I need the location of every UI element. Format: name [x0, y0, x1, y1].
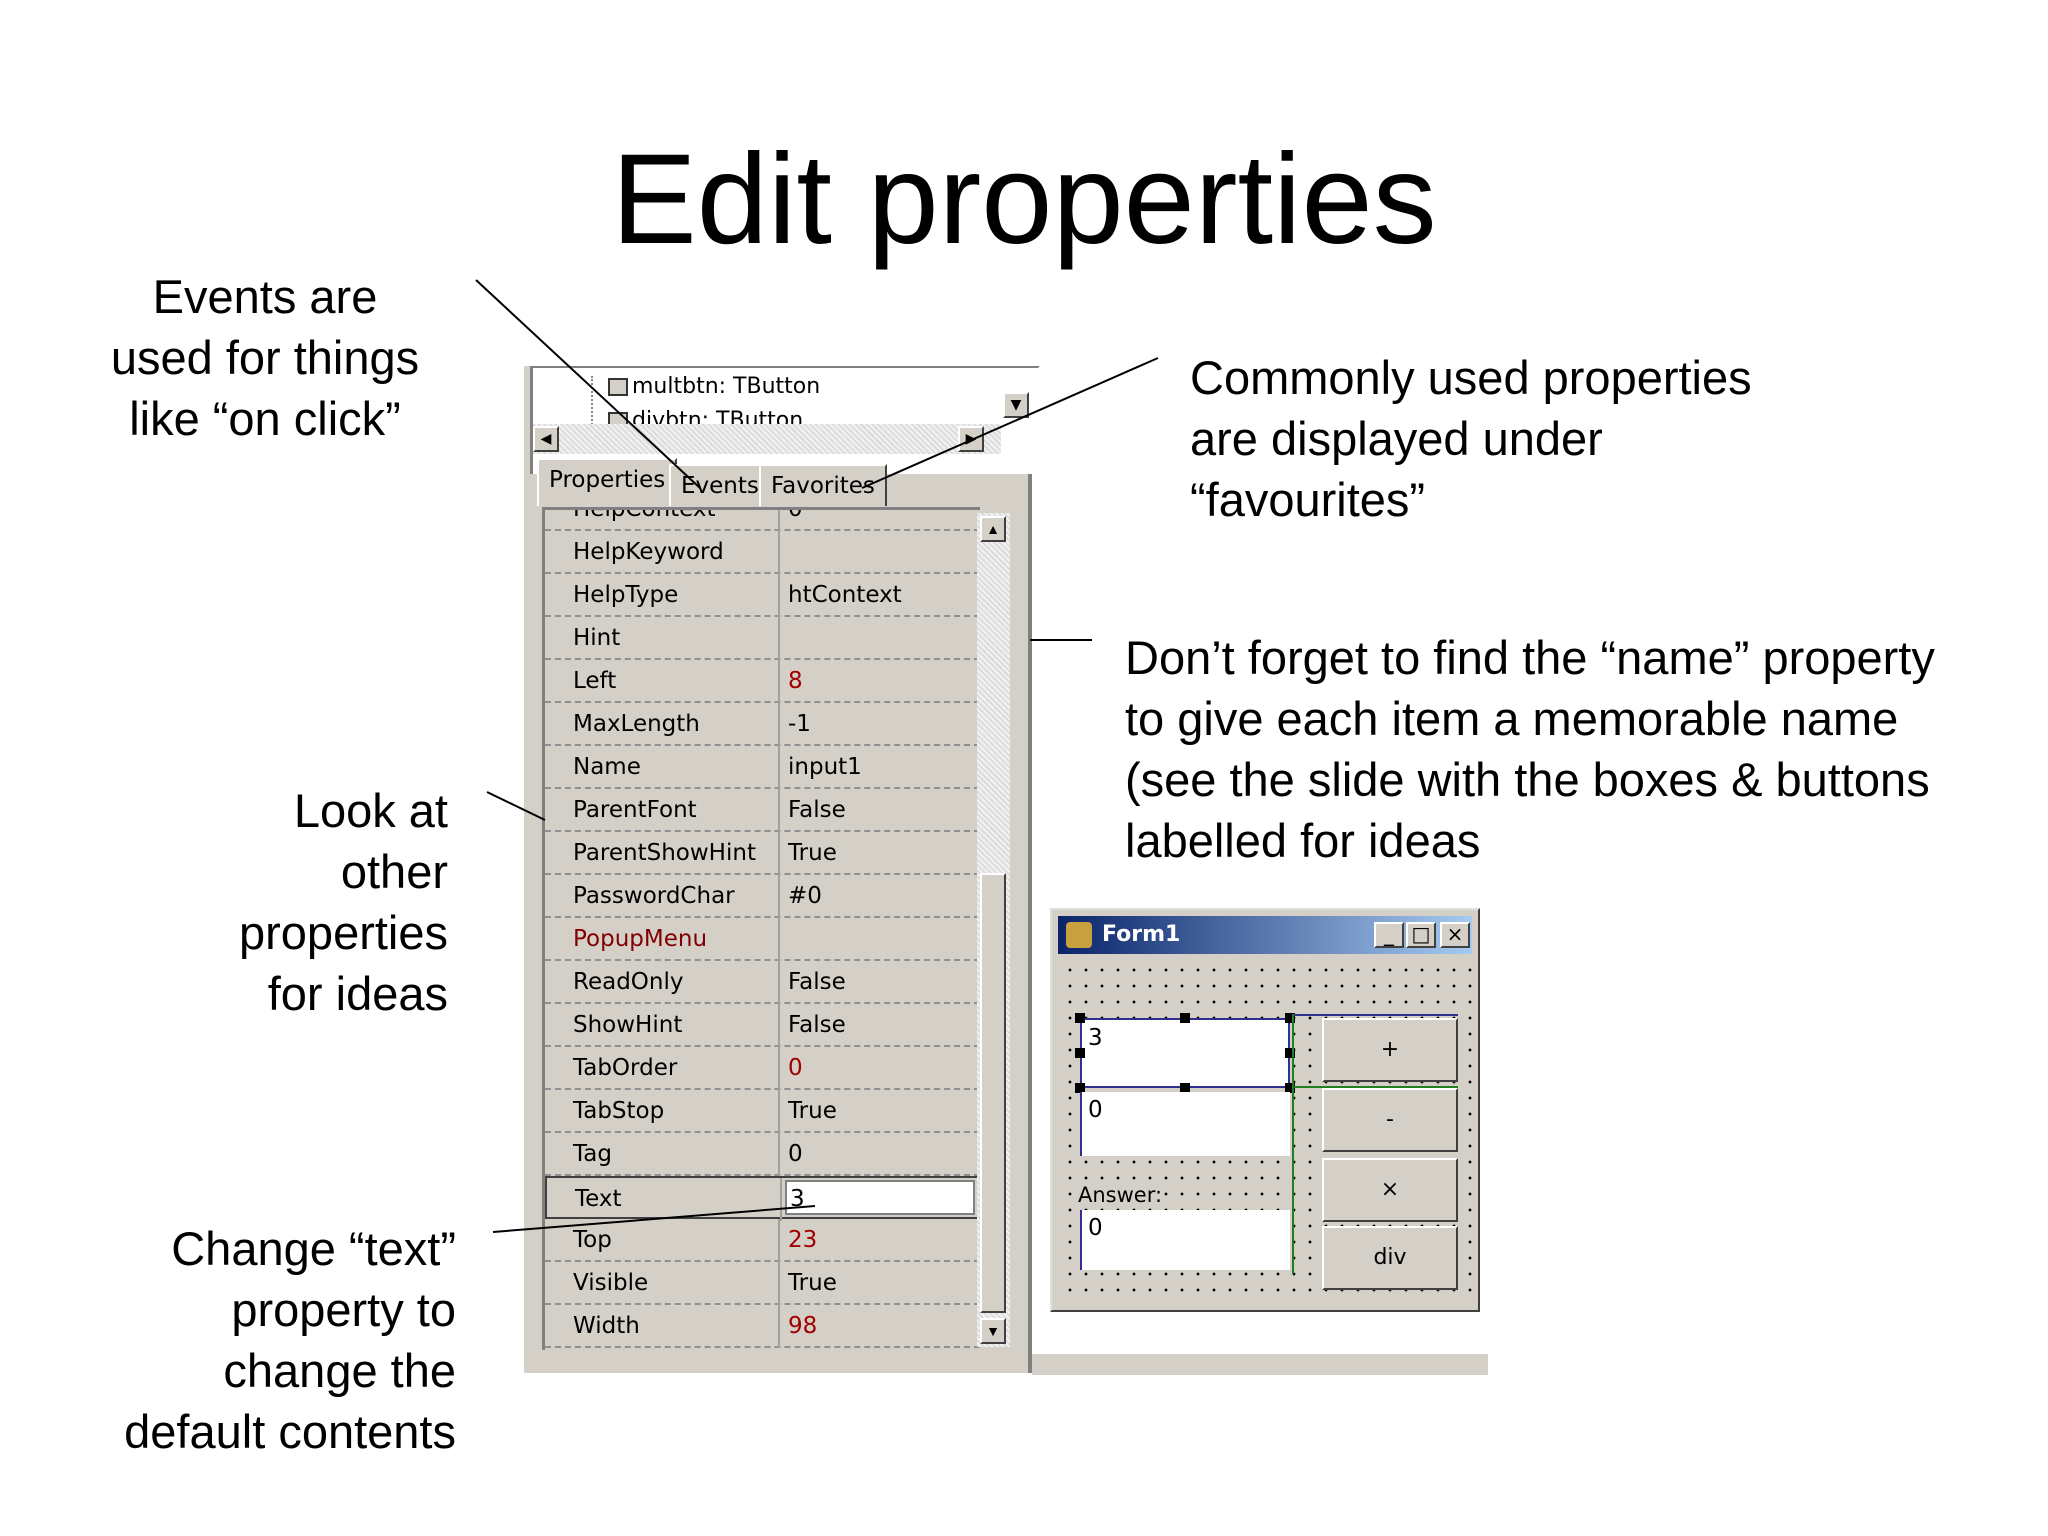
pointer-lines [475, 279, 1159, 1233]
events-pointer-line [475, 279, 701, 489]
look-pointer-line [486, 791, 546, 821]
favourites-pointer-line [861, 357, 1159, 489]
text-pointer-line [492, 1205, 816, 1233]
